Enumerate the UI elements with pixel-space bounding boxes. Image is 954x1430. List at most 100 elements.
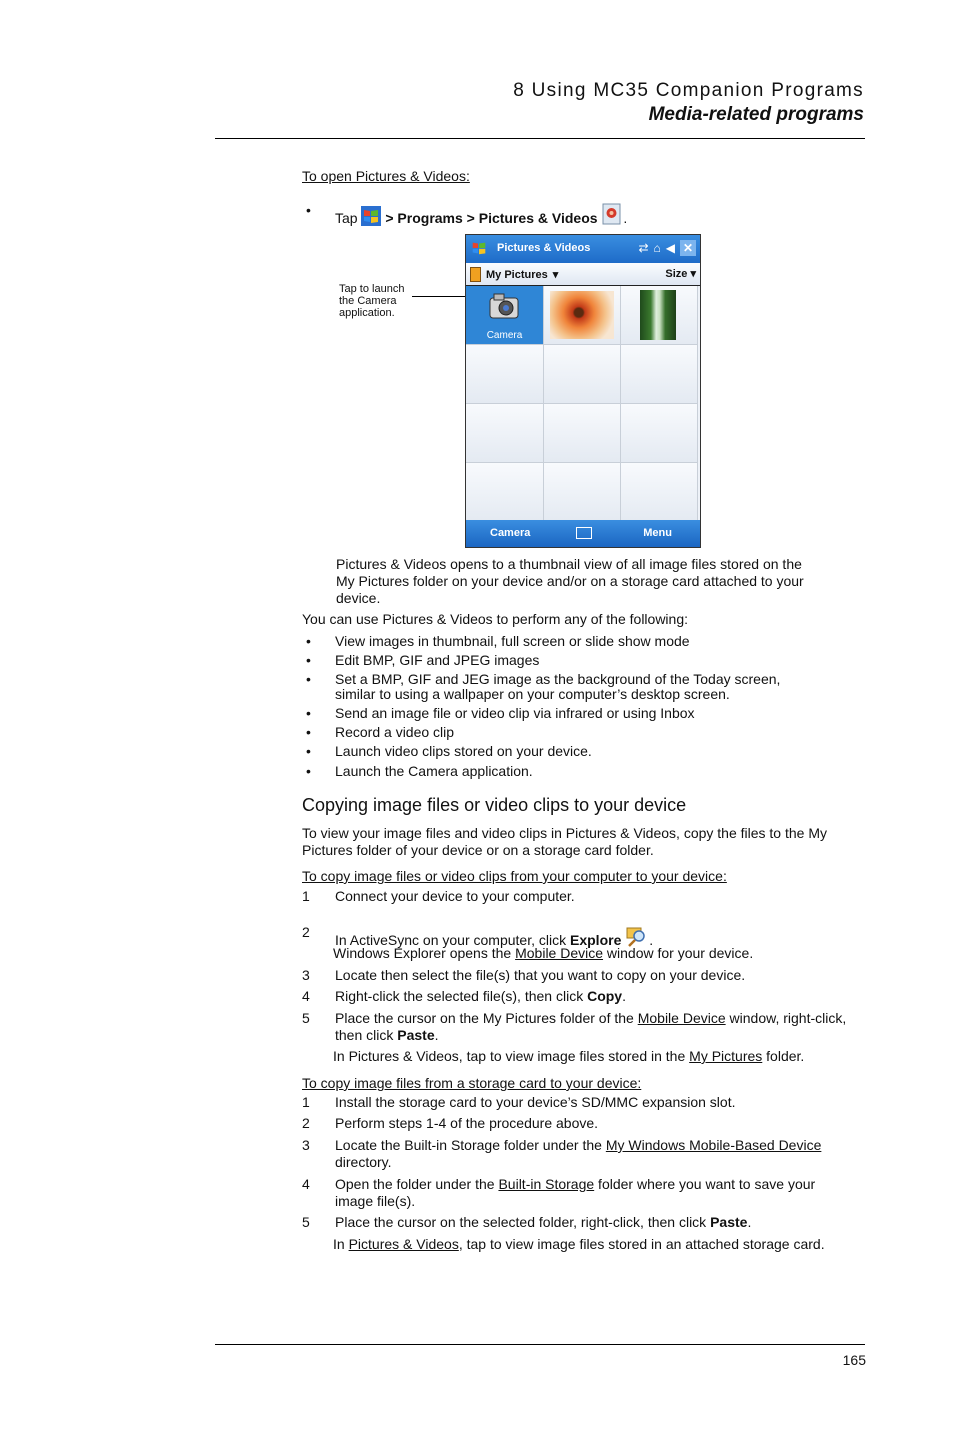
text: window for your device.	[603, 945, 754, 961]
my-pictures-link[interactable]: My Pictures	[689, 1048, 762, 1064]
page-number: 165	[842, 1352, 866, 1368]
step-note: In Pictures & Videos, tap to view image …	[333, 1236, 825, 1253]
thumbnail-grid: Camera	[466, 286, 700, 522]
step-number: 4	[302, 988, 310, 1004]
volume-icon[interactable]: ◀	[666, 241, 675, 255]
section-title: Media-related programs	[648, 104, 864, 125]
text: Locate the Built-in Storage folder under…	[335, 1137, 606, 1153]
bullet: •	[306, 202, 311, 218]
use-item-cont: similar to using a wallpaper on your com…	[335, 686, 730, 702]
intro-line: Pictures & Videos opens to a thumbnail v…	[336, 556, 802, 572]
footer-rule	[215, 1344, 865, 1345]
sort-dropdown[interactable]: Size ▾	[665, 267, 696, 280]
use-item: View images in thumbnail, full screen or…	[335, 633, 690, 649]
step-text: Perform steps 1-4 of the procedure above…	[335, 1115, 599, 1131]
sort-label: Size	[665, 268, 688, 280]
mobile-device-link[interactable]: Mobile Device	[638, 1010, 726, 1026]
step-text: Locate the Built-in Storage folder under…	[335, 1137, 821, 1154]
step-text-cont: image file(s).	[335, 1193, 416, 1209]
intro-line: My Pictures folder on your device and/or…	[336, 573, 804, 589]
text: Place the cursor on the My Pictures fold…	[335, 1010, 638, 1026]
section-heading: Copying image files or video clips to yo…	[302, 795, 687, 815]
proc2-heading: To copy image files from a storage card …	[302, 1075, 642, 1091]
menu-softkey[interactable]: Menu	[643, 527, 672, 539]
text: then click	[335, 1027, 398, 1043]
chapter-title: 8 Using MC35 Companion Programs	[513, 80, 864, 101]
step-text: Place the cursor on the selected folder,…	[335, 1214, 752, 1230]
text: In Pictures & Videos, tap to view image …	[333, 1048, 690, 1064]
device-icon	[470, 267, 481, 282]
folder-label: My Pictures	[486, 268, 548, 281]
use-item: Send an image file or video clip via inf…	[335, 705, 695, 721]
no-signal-icon[interactable]: ⌂	[654, 241, 661, 255]
empty-cell	[621, 345, 698, 404]
folder-dropdown[interactable]: My Pictures ▾	[470, 267, 558, 282]
step-note: Windows Explorer opens the Mobile Device…	[333, 945, 753, 962]
text: folder where you want to save your	[594, 1176, 816, 1192]
empty-cell	[621, 404, 698, 463]
camera-softkey[interactable]: Camera	[490, 527, 530, 539]
text: window, right-click,	[725, 1010, 847, 1026]
callout-line-1: Tap to launch	[339, 283, 405, 295]
step-text: Locate then select the file(s) that you …	[335, 967, 746, 983]
windows-start-icon[interactable]	[470, 239, 488, 257]
text: Windows Explorer opens the	[333, 945, 516, 961]
connectivity-icon[interactable]: ⇄	[638, 241, 648, 255]
camera-thumbnail[interactable]: Camera	[466, 286, 544, 345]
text: In	[333, 1236, 349, 1252]
uses-intro: You can use Pictures & Videos to perform…	[302, 611, 689, 627]
step-number: 5	[302, 1010, 310, 1026]
step-text: Connect your device to your computer.	[335, 888, 575, 904]
bullet: •	[306, 652, 311, 668]
period: .	[623, 210, 628, 226]
empty-cell	[544, 463, 621, 522]
device-app-title: Pictures & Videos	[497, 242, 591, 254]
intro-line: device.	[336, 590, 381, 606]
bullet: •	[306, 671, 311, 687]
close-icon[interactable]: ✕	[680, 240, 696, 256]
device-titlebar: Pictures & Videos ⇄ ⌂ ◀ ✕	[466, 235, 700, 263]
step-number: 3	[302, 967, 310, 983]
pictures-videos-icon	[601, 202, 623, 230]
empty-cell	[466, 404, 544, 463]
camera-callout: Tap to launch the Camera application.	[339, 283, 404, 319]
open-pv-step: Tap > Programs > Pictures & Videos .	[335, 202, 627, 230]
open-pv-heading: To open Pictures & Videos:	[302, 168, 470, 184]
text: folder.	[762, 1048, 805, 1064]
keyboard-icon[interactable]	[576, 527, 592, 539]
step-text: Place the cursor on the My Pictures fold…	[335, 1010, 846, 1027]
bullet: •	[306, 743, 311, 759]
use-item: Record a video clip	[335, 724, 455, 740]
text: Open the folder under the	[335, 1176, 499, 1192]
windows-start-icon	[361, 206, 382, 230]
flower-image	[550, 291, 614, 339]
text: , tap to view image files stored in an a…	[458, 1236, 825, 1252]
step-number: 1	[302, 1094, 310, 1110]
step-number: 2	[302, 1115, 310, 1131]
device-screenshot: Pictures & Videos ⇄ ⌂ ◀ ✕ My Pictures ▾ …	[465, 234, 701, 548]
bullet: •	[306, 705, 311, 721]
step-number: 5	[302, 1214, 310, 1230]
use-item: Launch the Camera application.	[335, 763, 533, 779]
step-number: 2	[302, 924, 310, 940]
image-thumbnail-flower[interactable]	[544, 286, 621, 345]
device-folder-bar: My Pictures ▾ Size ▾	[466, 263, 700, 286]
step-number: 3	[302, 1137, 310, 1153]
step-number: 1	[302, 888, 310, 904]
mobile-based-device-link[interactable]: My Windows Mobile-Based Device	[606, 1137, 822, 1153]
mobile-device-link[interactable]: Mobile Device	[515, 945, 603, 961]
header-rule	[215, 138, 865, 139]
step-text: Install the storage card to your device’…	[335, 1094, 736, 1110]
use-item: Launch video clips stored on your device…	[335, 743, 592, 759]
copy-label: Copy	[587, 988, 623, 1004]
empty-cell	[466, 463, 544, 522]
image-thumbnail-waterfall[interactable]	[621, 286, 698, 345]
bullet: •	[306, 724, 311, 740]
pictures-videos-link[interactable]: Pictures & Videos	[349, 1236, 459, 1252]
copy-para: To view your image files and video clips…	[302, 825, 827, 841]
camera-thumb-label: Camera	[486, 330, 523, 341]
bullet: •	[306, 763, 311, 779]
camera-icon	[489, 293, 519, 319]
paste-label: Paste	[710, 1214, 748, 1230]
built-in-storage-link[interactable]: Built-in Storage	[498, 1176, 594, 1192]
